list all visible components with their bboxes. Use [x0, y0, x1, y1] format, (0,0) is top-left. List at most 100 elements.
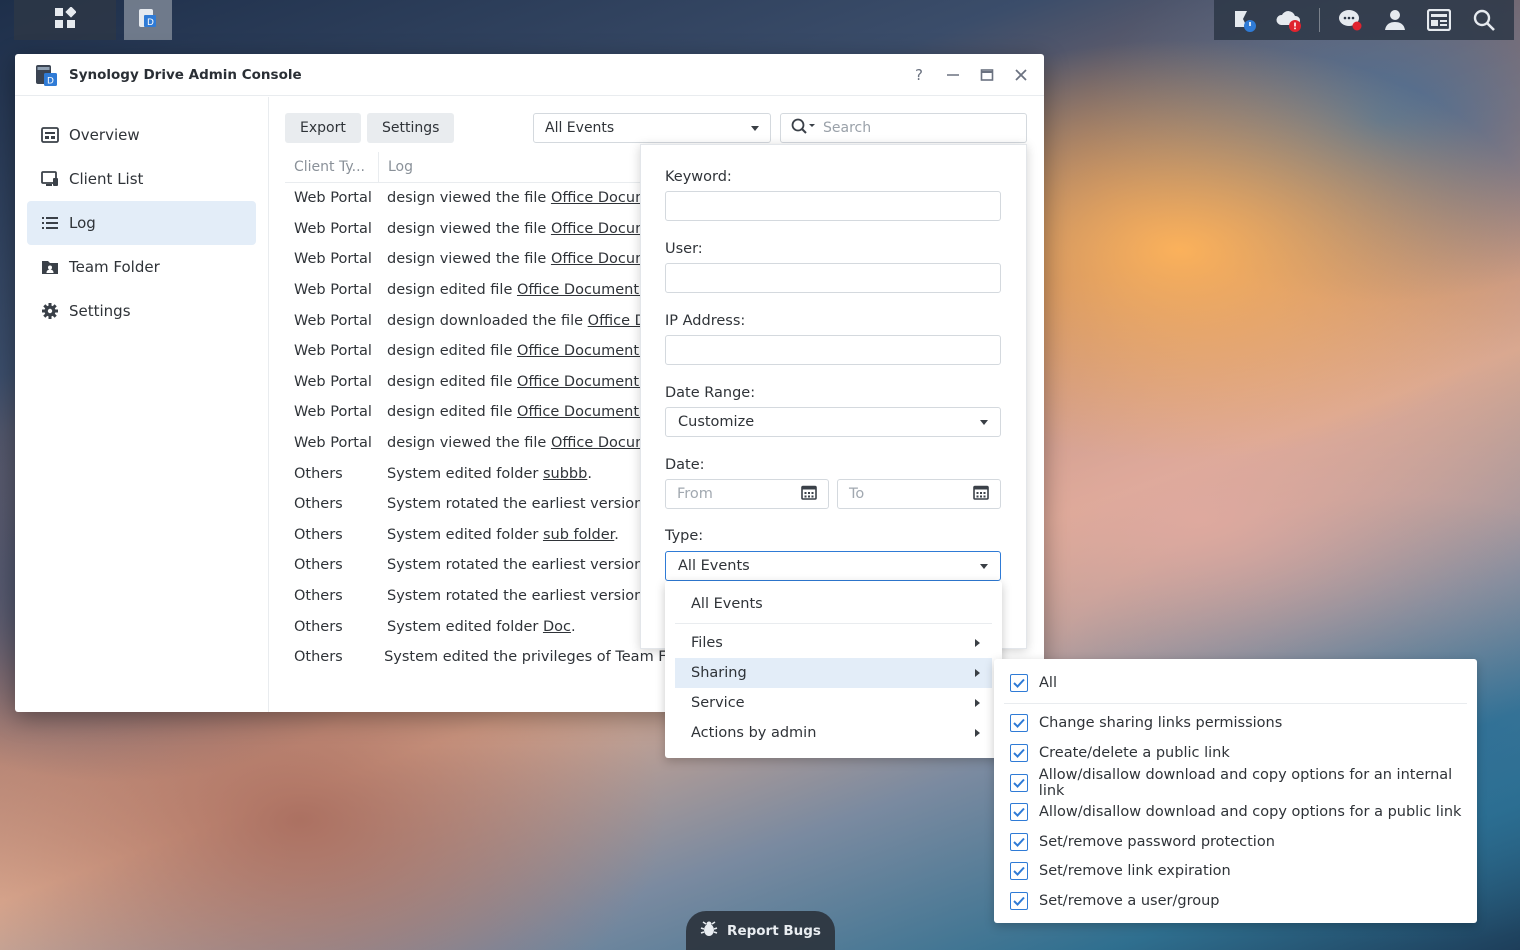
type-select[interactable]: All Events	[665, 551, 1001, 581]
submenu-item[interactable]: Change sharing links permissions	[994, 709, 1477, 739]
export-button[interactable]: Export	[285, 113, 361, 143]
date-range-select[interactable]: Customize	[665, 407, 1001, 437]
sharing-options-list: Change sharing links permissionsCreate/d…	[994, 709, 1477, 916]
title-bar[interactable]: D Synology Drive Admin Console ?	[15, 54, 1044, 96]
maximize-icon	[980, 68, 994, 82]
table-row[interactable]: Web Portaldesign edited file Office Docu…	[285, 336, 665, 367]
settings-button[interactable]: Settings	[367, 113, 454, 143]
table-row[interactable]: OthersSystem edited the privileges of Te…	[285, 642, 665, 673]
user-input[interactable]	[665, 263, 1001, 293]
events-select[interactable]: All Events	[533, 113, 771, 143]
menu-item-sharing[interactable]: Sharing	[675, 658, 992, 688]
menu-item-files[interactable]: Files	[675, 628, 992, 658]
sidebar-item-settings[interactable]: Settings	[27, 289, 256, 333]
table-row[interactable]: OthersSystem edited folder subbb.	[285, 458, 665, 489]
table-row[interactable]: OthersSystem edited folder Doc.	[285, 611, 665, 642]
column-header-client-type[interactable]: Client Ty...	[285, 152, 379, 183]
calendar-icon[interactable]	[801, 485, 817, 504]
notifications-icon[interactable]	[1336, 6, 1364, 34]
table-row[interactable]: Web Portaldesign edited file Office Docu…	[285, 275, 665, 306]
checkbox-checked-icon[interactable]	[1010, 803, 1028, 821]
client-type-cell: Web Portal	[285, 404, 379, 420]
close-button[interactable]	[1012, 66, 1030, 84]
submenu-item[interactable]: Set/remove link expiration	[994, 857, 1477, 887]
submenu-item[interactable]: Allow/disallow download and copy options…	[994, 797, 1477, 827]
submenu-item[interactable]: Set/remove password protection	[994, 827, 1477, 857]
drive-admin-app-icon: D	[35, 63, 59, 87]
menu-item-service[interactable]: Service	[675, 688, 992, 718]
log-link[interactable]: Doc	[543, 619, 571, 635]
drive-admin-taskbar-button[interactable]: D	[124, 0, 172, 40]
checkbox-checked-icon[interactable]	[1010, 892, 1028, 910]
menu-item-all-events[interactable]: All Events	[675, 589, 992, 619]
report-bugs-button[interactable]: Report Bugs	[686, 911, 835, 950]
table-row[interactable]: OthersSystem edited folder sub folder.	[285, 520, 665, 551]
drive-status-icon[interactable]	[1230, 6, 1258, 34]
log-text: System edited folder	[387, 619, 543, 635]
search-icon[interactable]	[1470, 6, 1498, 34]
sidebar-item-overview[interactable]: Overview	[27, 113, 256, 157]
submenu-item[interactable]: Set/remove a user/group	[994, 886, 1477, 916]
search-input[interactable]: Search	[780, 113, 1027, 143]
client-type-cell: Web Portal	[285, 374, 379, 390]
sidebar-item-label: Log	[69, 214, 96, 232]
table-row[interactable]: Web Portaldesign viewed the file Office …	[285, 428, 665, 459]
user-icon[interactable]	[1381, 6, 1409, 34]
maximize-button[interactable]	[978, 66, 996, 84]
log-link[interactable]: Office Document A	[517, 282, 654, 298]
date-range-label: Date Range:	[665, 385, 755, 401]
table-row[interactable]: Web Portaldesign downloaded the file Off…	[285, 305, 665, 336]
date-from-input[interactable]: From	[665, 479, 829, 509]
widgets-icon[interactable]	[1425, 6, 1453, 34]
svg-text:D: D	[47, 76, 54, 86]
submenu-item-label: Set/remove a user/group	[1039, 893, 1220, 909]
log-link[interactable]: subbb	[543, 466, 587, 482]
checkbox-checked-icon[interactable]	[1010, 674, 1028, 692]
table-row[interactable]: Web Portaldesign edited file Office Docu…	[285, 367, 665, 398]
table-row[interactable]: Web Portaldesign viewed the file Office …	[285, 214, 665, 245]
main-menu-button[interactable]	[14, 0, 116, 40]
client-type-cell: Others	[285, 649, 376, 665]
calendar-icon[interactable]	[973, 485, 989, 504]
table-row[interactable]: Web Portaldesign edited file Office Docu…	[285, 397, 665, 428]
checkbox-checked-icon[interactable]	[1010, 833, 1028, 851]
keyword-input[interactable]	[665, 191, 1001, 221]
log-text: System edited folder	[387, 466, 543, 482]
help-button[interactable]: ?	[910, 66, 928, 84]
log-cell: System rotated the earliest version o	[379, 557, 657, 573]
column-header-log[interactable]: Log	[379, 159, 413, 175]
table-row[interactable]: OthersSystem rotated the earliest versio…	[285, 550, 665, 581]
search-placeholder: Search	[823, 120, 871, 136]
team-folder-icon	[41, 258, 59, 276]
log-link[interactable]: sub folder	[543, 527, 614, 543]
minimize-button[interactable]	[944, 66, 962, 84]
log-link[interactable]: Office Document A	[517, 374, 654, 390]
table-row[interactable]: OthersSystem rotated the earliest versio…	[285, 489, 665, 520]
cloud-sync-alert-icon[interactable]	[1275, 6, 1303, 34]
submenu-item[interactable]: Create/delete a public link	[994, 738, 1477, 768]
submenu-item[interactable]: Allow/disallow download and copy options…	[994, 768, 1477, 798]
client-list-icon	[41, 170, 59, 188]
submenu-item-all[interactable]: All	[994, 668, 1477, 698]
menu-item-actions-by-admin[interactable]: Actions by admin	[675, 718, 992, 748]
sidebar-item-team-folder[interactable]: Team Folder	[27, 245, 256, 289]
log-cell: design viewed the file Office Docume	[379, 221, 658, 237]
table-row[interactable]: Web Portaldesign viewed the file Office …	[285, 244, 665, 275]
table-row[interactable]: OthersSystem rotated the earliest versio…	[285, 581, 665, 612]
log-cell: System edited folder subbb.	[379, 466, 592, 482]
client-type-cell: Web Portal	[285, 282, 379, 298]
log-cell: design viewed the file Office Docume	[379, 190, 658, 206]
log-table: Client Ty... Log Web Portaldesign viewed…	[285, 152, 665, 673]
checkbox-checked-icon[interactable]	[1010, 714, 1028, 732]
ip-address-input[interactable]	[665, 335, 1001, 365]
checkbox-checked-icon[interactable]	[1010, 774, 1028, 792]
checkbox-checked-icon[interactable]	[1010, 862, 1028, 880]
checkbox-checked-icon[interactable]	[1010, 744, 1028, 762]
user-label: User:	[665, 241, 703, 257]
sidebar-item-client-list[interactable]: Client List	[27, 157, 256, 201]
sidebar-item-log[interactable]: Log	[27, 201, 256, 245]
table-row[interactable]: Web Portaldesign viewed the file Office …	[285, 183, 665, 214]
log-link[interactable]: Office Document A	[517, 343, 654, 359]
date-to-input[interactable]: To	[837, 479, 1001, 509]
log-link[interactable]: Office Document A	[517, 404, 654, 420]
